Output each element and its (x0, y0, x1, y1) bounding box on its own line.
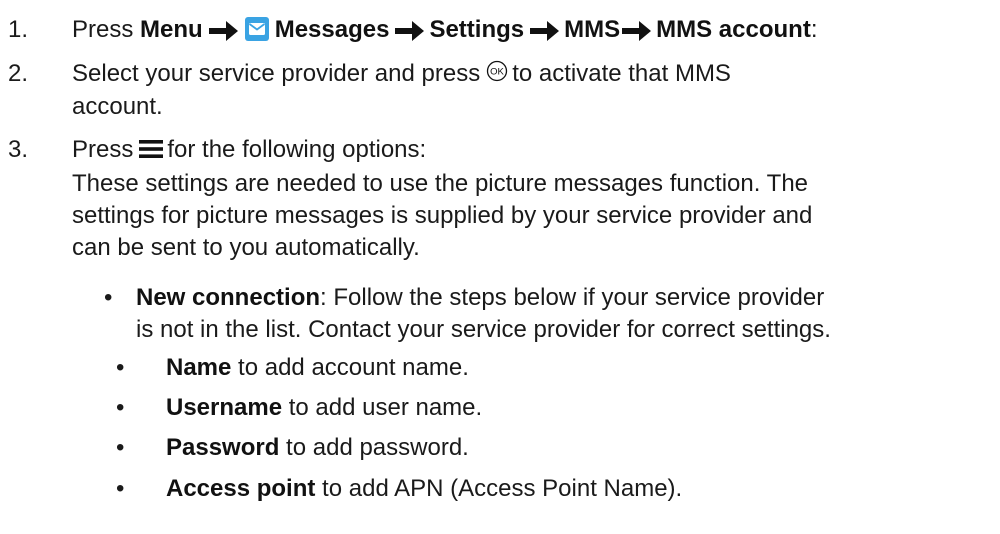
step-number: 3. (8, 136, 29, 163)
sub-item-text: to add APN (Access Point Name). (315, 475, 683, 502)
step-2-line-2: account. (72, 93, 163, 120)
sub-item-label: Name (166, 354, 232, 381)
sub-item-text: to add account name. (231, 354, 469, 381)
step-2-text: Select your service provider and press OK… (72, 58, 992, 123)
bullet: • (116, 434, 125, 461)
svg-text:OK: OK (490, 67, 504, 78)
step-1-text: Press Menu Messages Settings MMS MMS account… (72, 14, 992, 51)
bullet: • (116, 394, 125, 421)
bullet: • (116, 475, 125, 502)
sub-item-text: to add password. (279, 434, 469, 461)
bullet: • (104, 284, 113, 311)
press-text: Press (72, 16, 134, 43)
step-3-para-line-3: can be sent to you automatically. (72, 234, 420, 261)
right-arrow-icon (395, 19, 425, 51)
option-new-connection: • New connection: Follow the steps below… (104, 282, 1000, 346)
step-2-text-before: Select your service provider and press (72, 60, 481, 87)
step-3-text-after: for the following options: (167, 136, 427, 163)
sub-item-label: Username (166, 394, 283, 421)
step-3: 3. Press for the following options: These… (0, 134, 1000, 264)
sub-item-username: • Username to add user name. (116, 392, 1000, 426)
step-3-para-line-1: These settings are needed to use the pic… (72, 170, 809, 197)
sub-item-label: Password (166, 434, 280, 461)
step-2: 2. Select your service provider and pres… (0, 58, 1000, 122)
step-number: 1. (8, 16, 29, 43)
sub-item-access-point: • Access point to add APN (Access Point … (116, 473, 1000, 507)
step-number: 2. (8, 60, 29, 87)
sub-item-text: to add user name. (282, 394, 483, 421)
step-2-text-after: to activate that MMS (512, 60, 731, 87)
step-3-text: Press for the following options: These se… (72, 134, 992, 264)
menu-label: Menu (140, 16, 203, 43)
sub-item-name: • Name to add account name. (116, 352, 1000, 386)
envelope-icon (244, 17, 269, 50)
messages-label: Messages (274, 16, 390, 43)
mms-account-label: MMS account (656, 16, 811, 43)
right-arrow-icon (530, 19, 560, 51)
right-arrow-icon (622, 19, 652, 51)
sub-item-password: • Password to add password. (116, 432, 1000, 466)
step-1: 1. Press Menu Messages Settings MMS MMS acco… (0, 14, 1000, 48)
new-connection-line-2: is not in the list. Contact your service… (136, 316, 831, 343)
step-3-para-line-2: settings for picture messages is supplie… (72, 202, 813, 229)
colon-text: : (810, 16, 818, 43)
mms-label: MMS (564, 16, 621, 43)
new-connection-text: New connection: Follow the steps below i… (136, 282, 1000, 346)
press-text: Press (72, 136, 134, 163)
bullet: • (116, 354, 125, 381)
ok-button-icon: OK (486, 59, 508, 91)
hamburger-menu-icon (139, 136, 164, 168)
sub-item-label: Access point (166, 475, 316, 502)
manual-page: 1. Press Menu Messages Settings MMS MMS acco… (0, 0, 1000, 534)
new-connection-line-1: : Follow the steps below if your service… (320, 284, 825, 311)
new-connection-label: New connection (136, 284, 321, 311)
settings-label: Settings (429, 16, 525, 43)
right-arrow-icon (208, 19, 239, 51)
